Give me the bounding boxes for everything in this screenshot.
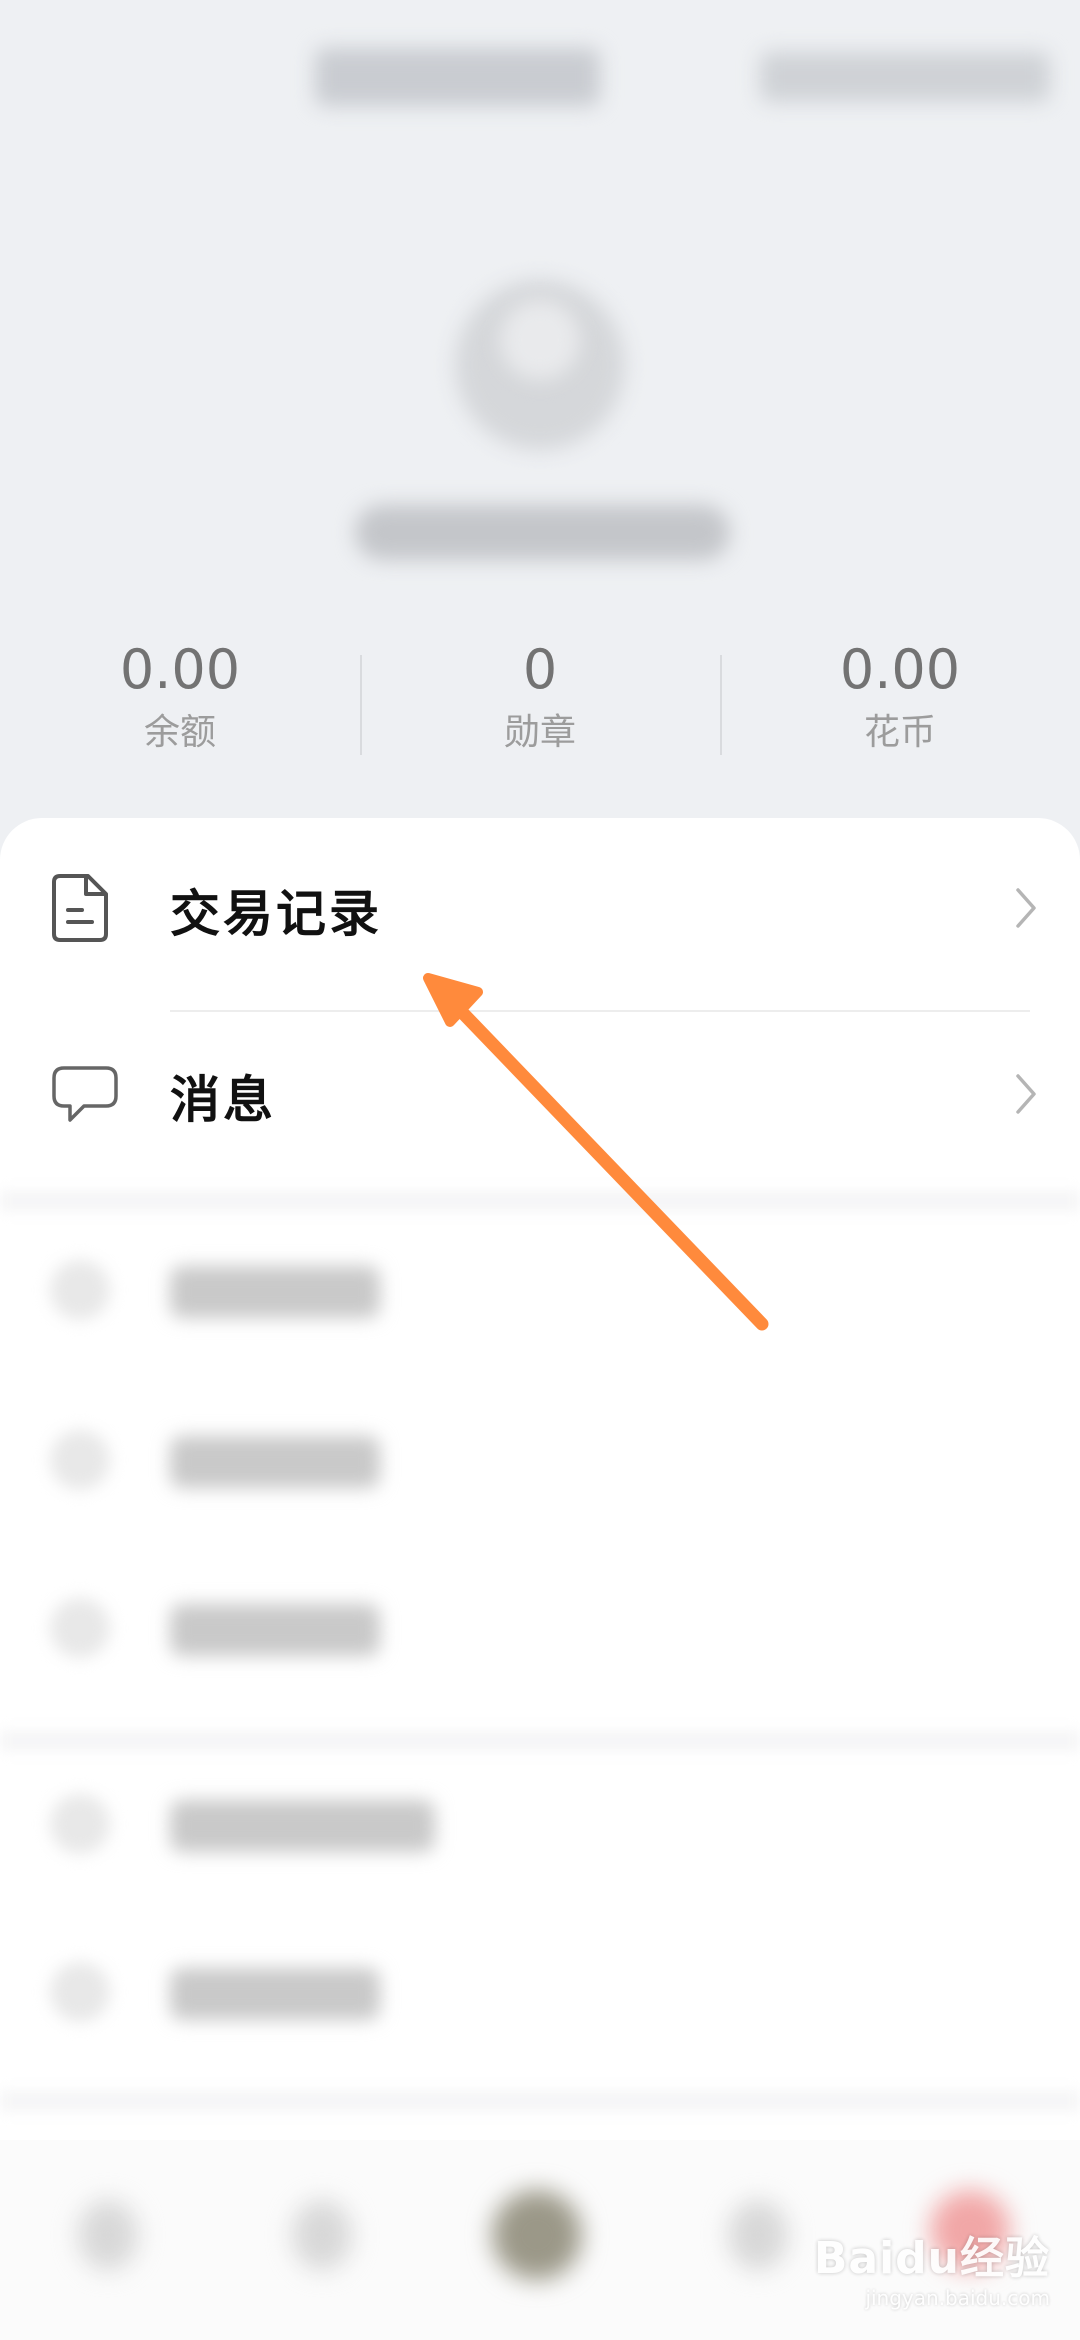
blurred-menu-item[interactable] <box>170 1266 380 1318</box>
watermark: Baidu经验 jingyan.baidu.com <box>814 2222 1050 2310</box>
tab-home-icon[interactable] <box>78 2200 138 2270</box>
tab-messages-icon[interactable] <box>728 2200 788 2270</box>
blurred-item-icon <box>50 1598 110 1658</box>
stat-medals-value: 0 <box>522 638 558 701</box>
message-bubble-icon <box>50 1064 120 1128</box>
blurred-item-icon <box>50 1962 110 2022</box>
watermark-url: jingyan.baidu.com <box>865 2286 1050 2310</box>
top-left-button-blurred[interactable] <box>315 48 600 106</box>
top-right-button-blurred[interactable] <box>760 52 1050 102</box>
blurred-menu-item[interactable] <box>170 1604 380 1656</box>
profile-header: 0.00 余额 0 勋章 0.00 花币 <box>0 0 1080 820</box>
menu-item-transactions-label: 交易记录 <box>170 885 382 943</box>
tab-discover-icon[interactable] <box>292 2200 352 2270</box>
blurred-item-icon <box>50 1260 110 1320</box>
blurred-menu-item[interactable] <box>170 1800 435 1852</box>
menu-item-transactions[interactable]: 交易记录 <box>0 826 1080 994</box>
stat-coins[interactable]: 0.00 花币 <box>720 630 1080 770</box>
menu-item-messages[interactable]: 消息 <box>0 1012 1080 1180</box>
blurred-menu-item[interactable] <box>170 1968 380 2020</box>
blurred-item-icon <box>50 1430 110 1490</box>
tab-center-icon[interactable] <box>492 2190 582 2280</box>
stat-coins-value: 0.00 <box>839 638 961 701</box>
username-blurred <box>355 505 730 560</box>
avatar-silhouette <box>500 300 580 380</box>
document-icon <box>50 872 112 948</box>
menu-item-messages-label: 消息 <box>170 1071 276 1129</box>
chevron-right-icon <box>1014 886 1040 934</box>
stat-balance-value: 0.00 <box>119 638 241 701</box>
stat-balance[interactable]: 0.00 余额 <box>0 630 360 770</box>
menu-card: 交易记录 消息 <box>0 818 1080 2340</box>
chevron-right-icon <box>1014 1072 1040 1120</box>
stat-divider <box>360 655 362 755</box>
stats-bar: 0.00 余额 0 勋章 0.00 花币 <box>0 630 1080 770</box>
watermark-brand: Baidu经验 <box>813 2233 1050 2284</box>
blurred-menu-item[interactable] <box>170 1436 380 1488</box>
stat-medals[interactable]: 0 勋章 <box>360 630 720 770</box>
stat-coins-label: 花币 <box>863 712 936 753</box>
section-gap <box>0 1730 1080 1752</box>
stat-medals-label: 勋章 <box>503 712 576 753</box>
stat-balance-label: 余额 <box>143 712 216 753</box>
blurred-item-icon <box>50 1794 110 1854</box>
stat-divider <box>720 655 722 755</box>
section-gap <box>0 2090 1080 2112</box>
section-gap <box>0 1190 1080 1212</box>
